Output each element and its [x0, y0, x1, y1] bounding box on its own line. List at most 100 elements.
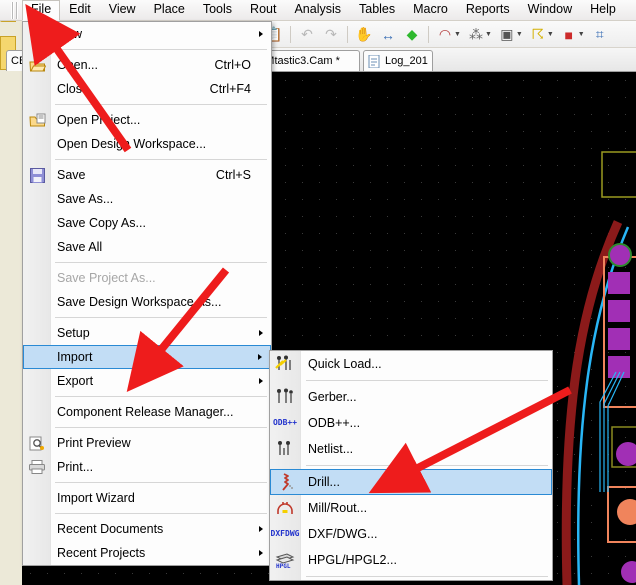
menu-separator	[55, 159, 267, 160]
file-menu-item-label: Recent Projects	[57, 546, 265, 560]
menubar-item-reports[interactable]: Reports	[457, 0, 519, 20]
file-menu-item-save_project_as: Save Project As...	[23, 266, 271, 290]
open-project-icon	[28, 111, 46, 129]
chevron-down-icon[interactable]: ▼	[547, 31, 554, 38]
file-menu-item-label: Print...	[57, 460, 265, 474]
chevron-down-icon[interactable]: ▼	[578, 31, 585, 38]
gerber-icon	[274, 387, 296, 407]
import-menu-item-label: Gerber...	[308, 390, 546, 404]
grid-icon[interactable]: ⌗	[588, 23, 612, 47]
file-menu-item-save[interactable]: SaveCtrl+S	[23, 163, 271, 187]
file-menu-item-recent_projects[interactable]: Recent Projects	[23, 541, 271, 565]
file-menu-item-label: Open Design Workspace...	[57, 137, 265, 151]
menubar-item-place[interactable]: Place	[145, 0, 194, 20]
menu-separator	[55, 396, 267, 397]
toolbar-separator	[290, 26, 291, 43]
submenu-separator	[306, 465, 548, 466]
file-menu-item-print_preview[interactable]: Print Preview	[23, 431, 271, 455]
submenu-arrow-icon	[259, 31, 263, 37]
import-menu-item-label: Quick Load...	[308, 357, 546, 371]
toolbar-separator	[347, 26, 348, 43]
import-menu-item-drill[interactable]: Drill...	[270, 469, 552, 495]
file-menu-item-close[interactable]: CloseCtrl+F4	[23, 77, 271, 101]
import-menu-item-label: HPGL/HPGL2...	[308, 553, 546, 567]
document-tab[interactable]: Log_201	[363, 50, 433, 71]
redo-icon[interactable]: ↷	[319, 23, 343, 47]
file-menu-item-label: Print Preview	[57, 436, 265, 450]
menu-separator	[55, 49, 267, 50]
import-menu-item-hpgl[interactable]: HPGL HPGL/HPGL2...	[270, 547, 552, 573]
board-layers-icon[interactable]: ◆	[400, 23, 424, 47]
measure-icon[interactable]: ↔	[376, 23, 400, 47]
menubar-item-analysis[interactable]: Analysis	[285, 0, 350, 20]
menu-bar: FileEditViewPlaceToolsRoutAnalysisTables…	[0, 0, 636, 21]
import-menu-item-label: Drill...	[308, 475, 545, 489]
import-menu-item-odbpp[interactable]: ODB++ODB++...	[270, 410, 552, 436]
file-menu-item-label: Export	[57, 374, 265, 388]
import-menu-item-gerber[interactable]: Gerber...	[270, 384, 552, 410]
menubar-item-window[interactable]: Window	[519, 0, 581, 20]
menubar-item-help[interactable]: Help	[581, 0, 625, 20]
text-doc-icon	[368, 55, 381, 68]
menubar-item-macro[interactable]: Macro	[404, 0, 457, 20]
drill-icon	[275, 472, 297, 492]
file-menu-item-setup[interactable]: Setup	[23, 321, 271, 345]
file-menu-item-save_ws_as[interactable]: Save Design Workspace As...	[23, 290, 271, 314]
menubar-item-view[interactable]: View	[100, 0, 145, 20]
import-menu-item-millrout[interactable]: Mill/Rout...	[270, 495, 552, 521]
print-preview-icon	[28, 434, 46, 452]
file-menu-item-label: Import	[57, 350, 264, 364]
file-menu-item-export[interactable]: Export	[23, 369, 271, 393]
chevron-down-icon[interactable]: ▼	[516, 31, 523, 38]
file-menu-item-recent_docs[interactable]: Recent Documents	[23, 517, 271, 541]
import-menu-item-dxfdwg[interactable]: DXFDWG DXF/DWG...	[270, 521, 552, 547]
file-menu-dropdown[interactable]: New Open...Ctrl+OCloseCtrl+F4 Open Project…	[22, 21, 272, 566]
submenu-arrow-icon	[259, 526, 263, 532]
import-submenu-dropdown[interactable]: Quick Load... Gerber... ODB++ODB++... Netli…	[269, 350, 553, 581]
file-menu-item-label: Save Project As...	[57, 271, 265, 285]
import-menu-item-label: DXF/DWG...	[308, 527, 546, 541]
chevron-down-icon[interactable]: ▼	[454, 31, 461, 38]
file-menu-item-label: Save Design Workspace As...	[57, 295, 265, 309]
netlist-icon	[274, 439, 296, 459]
svg-text:HPGL: HPGL	[276, 563, 291, 568]
pan-hand-icon[interactable]: ✋	[352, 23, 376, 47]
file-menu-item-import_wizard[interactable]: Import Wizard	[23, 486, 271, 510]
toolbar-grip[interactable]	[11, 2, 20, 19]
import-menu-item-quick_load[interactable]: Quick Load...	[270, 351, 552, 377]
file-menu-item-new[interactable]: New	[23, 22, 271, 46]
file-menu-item-label: Save As...	[57, 192, 265, 206]
file-menu-item-open[interactable]: Open...Ctrl+O	[23, 53, 271, 77]
file-menu-item-label: Open Project...	[57, 113, 265, 127]
file-menu-item-save_as[interactable]: Save As...	[23, 187, 271, 211]
import-menu-item-label: Mill/Rout...	[308, 501, 546, 515]
file-menu-item-shortcut: Ctrl+S	[216, 168, 265, 182]
file-menu-item-label: Recent Documents	[57, 522, 265, 536]
menubar-item-tools[interactable]: Tools	[194, 0, 241, 20]
save-disk-icon	[28, 166, 46, 184]
file-menu-item-save_all[interactable]: Save All	[23, 235, 271, 259]
submenu-arrow-icon	[259, 330, 263, 336]
file-menu-item-print[interactable]: Print...	[23, 455, 271, 479]
menubar-item-edit[interactable]: Edit	[60, 0, 100, 20]
mill-rout-icon	[274, 498, 296, 518]
file-menu-item-label: Save Copy As...	[57, 216, 265, 230]
chevron-down-icon[interactable]: ▼	[485, 31, 492, 38]
file-menu-item-shortcut: Ctrl+F4	[210, 82, 265, 96]
submenu-separator	[306, 576, 548, 577]
dxf-dwg-icon: DXFDWG	[274, 524, 296, 544]
menubar-item-tables[interactable]: Tables	[350, 0, 404, 20]
undo-icon[interactable]: ↶	[295, 23, 319, 47]
hpgl-icon: HPGL	[274, 550, 296, 570]
file-menu-item-open_project[interactable]: Open Project...	[23, 108, 271, 132]
file-menu-item-crm[interactable]: Component Release Manager...	[23, 400, 271, 424]
menubar-item-rout[interactable]: Rout	[241, 0, 285, 20]
file-menu-item-open_workspace[interactable]: Open Design Workspace...	[23, 132, 271, 156]
import-menu-item-label: Netlist...	[308, 442, 546, 456]
file-menu-item-import[interactable]: Import	[23, 345, 271, 369]
import-menu-item-netlist[interactable]: Netlist...	[270, 436, 552, 462]
file-menu-item-save_copy_as[interactable]: Save Copy As...	[23, 211, 271, 235]
menubar-item-file[interactable]: File	[22, 0, 60, 21]
quick-load-icon	[274, 354, 296, 374]
file-menu-item-label: Open...	[57, 58, 215, 72]
